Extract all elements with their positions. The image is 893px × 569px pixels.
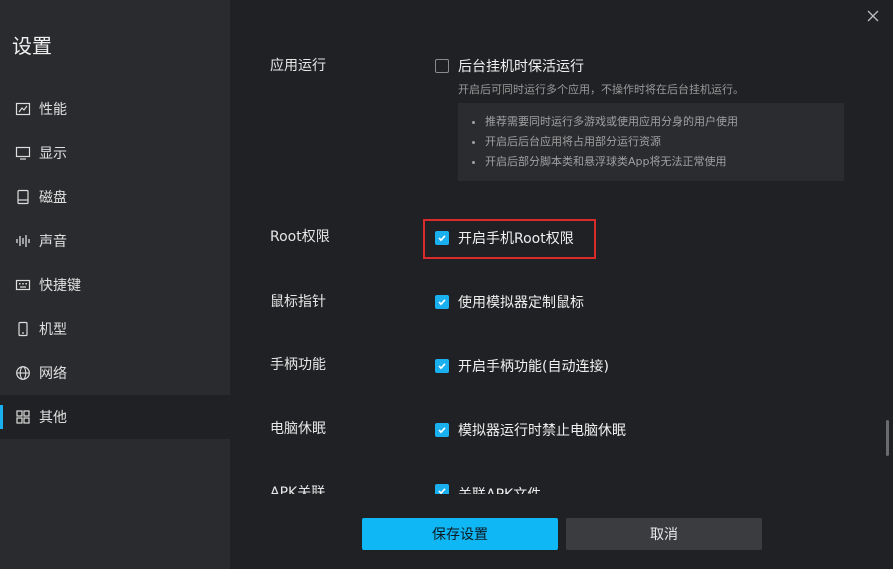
gamepad-option-label: 开启手柄功能(自动连接) <box>458 359 609 375</box>
mouse-pointer-checkbox[interactable] <box>435 295 449 309</box>
sidebar-item-display[interactable]: 显示 <box>0 131 230 175</box>
apk-checkbox[interactable] <box>435 484 449 494</box>
sidebar-item-label: 性能 <box>39 102 67 118</box>
sleep-option-label: 模拟器运行时禁止电脑休眠 <box>458 423 626 439</box>
sidebar-item-label: 显示 <box>39 146 67 162</box>
mouse-pointer-option-label: 使用模拟器定制鼠标 <box>458 295 584 311</box>
tips-box: 推荐需要同时运行多游戏或使用应用分身的用户使用 开启后后台应用将占用部分运行资源… <box>458 103 844 181</box>
sleep-label: 电脑休眠 <box>270 421 326 437</box>
sidebar-item-disk[interactable]: 磁盘 <box>0 175 230 219</box>
keep-alive-label: 后台挂机时保活运行 <box>458 59 584 75</box>
sleep-checkbox[interactable] <box>435 423 449 437</box>
gamepad-label: 手柄功能 <box>270 357 326 373</box>
keyboard-icon <box>15 277 31 293</box>
scrollbar[interactable] <box>886 420 889 456</box>
sidebar-item-other[interactable]: 其他 <box>0 395 230 439</box>
tip-item: 开启后后台应用将占用部分运行资源 <box>472 132 844 152</box>
gamepad-checkbox[interactable] <box>435 359 449 373</box>
gamepad-option[interactable]: 开启手柄功能(自动连接) <box>435 356 609 376</box>
tip-item: 推荐需要同时运行多游戏或使用应用分身的用户使用 <box>472 112 844 132</box>
mouse-pointer-option[interactable]: 使用模拟器定制鼠标 <box>435 292 584 312</box>
close-icon <box>867 10 879 22</box>
close-button[interactable] <box>865 8 881 24</box>
monitor-icon <box>15 145 31 161</box>
highlight-box <box>423 219 596 259</box>
sidebar-item-label: 声音 <box>39 234 67 250</box>
save-button[interactable]: 保存设置 <box>362 518 558 550</box>
sidebar-item-label: 其他 <box>39 410 67 426</box>
grid-icon <box>15 409 31 425</box>
mouse-pointer-label: 鼠标指针 <box>270 294 326 310</box>
performance-chart-icon <box>15 101 31 117</box>
footer <box>230 494 893 569</box>
sidebar-item-sound[interactable]: 声音 <box>0 219 230 263</box>
sidebar-item-label: 机型 <box>39 322 67 338</box>
globe-icon <box>15 365 31 381</box>
keep-alive-checkbox[interactable] <box>435 59 449 73</box>
cancel-button[interactable]: 取消 <box>566 518 762 550</box>
sidebar-item-label: 网络 <box>39 366 67 382</box>
sidebar-item-shortcuts[interactable]: 快捷键 <box>0 263 230 307</box>
app-run-description: 开启后可同时运行多个应用，不操作时将在后台挂机运行。 <box>458 83 744 96</box>
app-run-label: 应用运行 <box>270 58 326 74</box>
tip-item: 开启后部分脚本类和悬浮球类App将无法正常使用 <box>472 152 844 172</box>
apk-option-label: 关联APK文件 <box>458 484 541 494</box>
sidebar-item-label: 磁盘 <box>39 190 67 206</box>
sidebar-item-network[interactable]: 网络 <box>0 351 230 395</box>
settings-content: 应用运行 后台挂机时保活运行 开启后可同时运行多个应用，不操作时将在后台挂机运行… <box>230 0 893 569</box>
phone-icon <box>15 321 31 337</box>
sidebar: 设置 性能 显示 磁盘 声音 快捷键 机型 网络 其他 <box>0 0 230 569</box>
sleep-option[interactable]: 模拟器运行时禁止电脑休眠 <box>435 420 626 440</box>
sidebar-title: 设置 <box>12 34 52 58</box>
sidebar-item-model[interactable]: 机型 <box>0 307 230 351</box>
sound-wave-icon <box>15 233 31 249</box>
root-label: Root权限 <box>270 229 330 245</box>
apk-option[interactable]: 关联APK文件 <box>435 484 541 494</box>
disk-icon <box>15 189 31 205</box>
sidebar-item-label: 快捷键 <box>39 278 81 294</box>
sidebar-item-performance[interactable]: 性能 <box>0 87 230 131</box>
keep-alive-option[interactable]: 后台挂机时保活运行 <box>435 56 584 76</box>
